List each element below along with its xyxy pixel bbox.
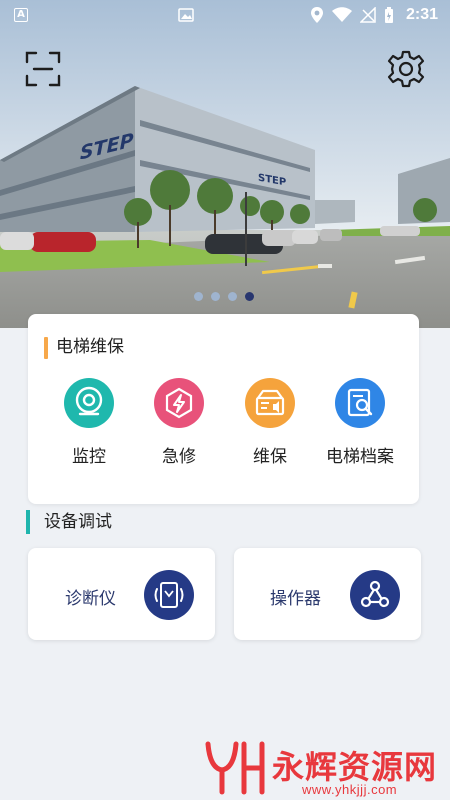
diagnostic-icon-circle <box>144 570 194 620</box>
monitor-icon-circle <box>64 378 114 428</box>
carousel-indicator <box>194 292 254 301</box>
carousel-dot[interactable] <box>194 292 203 301</box>
wifi-icon <box>331 7 352 22</box>
battery-icon <box>384 7 393 23</box>
banner-carousel[interactable]: STEP STEP A 2:31 <box>0 0 450 328</box>
gear-icon <box>387 50 425 88</box>
diagnostic-label: 诊断仪 <box>65 589 116 609</box>
elevator-section-title: 电梯维保 <box>44 336 124 359</box>
maintenance-label: 维保 <box>253 447 287 467</box>
status-time: 2:31 <box>405 6 438 23</box>
image-notification-icon <box>178 8 194 22</box>
scan-icon <box>25 51 61 87</box>
status-bar: A 2:31 <box>0 0 450 32</box>
repair-icon-circle <box>154 378 204 428</box>
carousel-dot-active[interactable] <box>245 292 254 301</box>
no-signal-icon <box>359 7 376 23</box>
diagnostic-icon <box>154 582 184 608</box>
accessibility-badge: A <box>14 8 28 22</box>
lightning-icon <box>165 387 193 419</box>
elevator-maintenance-card: 电梯维保 监控 急修 维保 电梯档案 <box>28 314 419 504</box>
archive-label: 电梯档案 <box>326 447 394 467</box>
monitor-label: 监控 <box>72 447 106 467</box>
operator-tool-card[interactable]: 操作器 <box>234 548 421 640</box>
carousel-dot[interactable] <box>228 292 237 301</box>
watermark-logo-icon <box>205 741 265 795</box>
carousel-dot[interactable] <box>211 292 220 301</box>
banner-image <box>0 0 450 328</box>
settings-button[interactable] <box>386 49 426 89</box>
monitor-button[interactable]: 监控 <box>39 378 139 470</box>
maintenance-box-icon <box>255 389 285 416</box>
location-icon <box>310 7 323 23</box>
camera-icon <box>75 386 103 416</box>
archive-search-icon <box>347 388 373 417</box>
watermark: 永辉资源网 www.yhkjjj.com <box>200 738 450 800</box>
diagnostic-tool-card[interactable]: 诊断仪 <box>28 548 215 640</box>
emergency-repair-button[interactable]: 急修 <box>129 378 229 470</box>
archive-icon-circle <box>335 378 385 428</box>
watermark-url: www.yhkjjj.com <box>302 782 398 797</box>
scan-button[interactable] <box>24 50 62 88</box>
operator-icon-circle <box>350 570 400 620</box>
repair-label: 急修 <box>162 447 196 467</box>
elevator-archive-button[interactable]: 电梯档案 <box>310 378 410 470</box>
maintenance-icon-circle <box>245 378 295 428</box>
maintenance-button[interactable]: 维保 <box>220 378 320 470</box>
operator-label: 操作器 <box>270 589 321 609</box>
device-section-title: 设备调试 <box>26 510 112 534</box>
network-icon <box>360 580 390 608</box>
